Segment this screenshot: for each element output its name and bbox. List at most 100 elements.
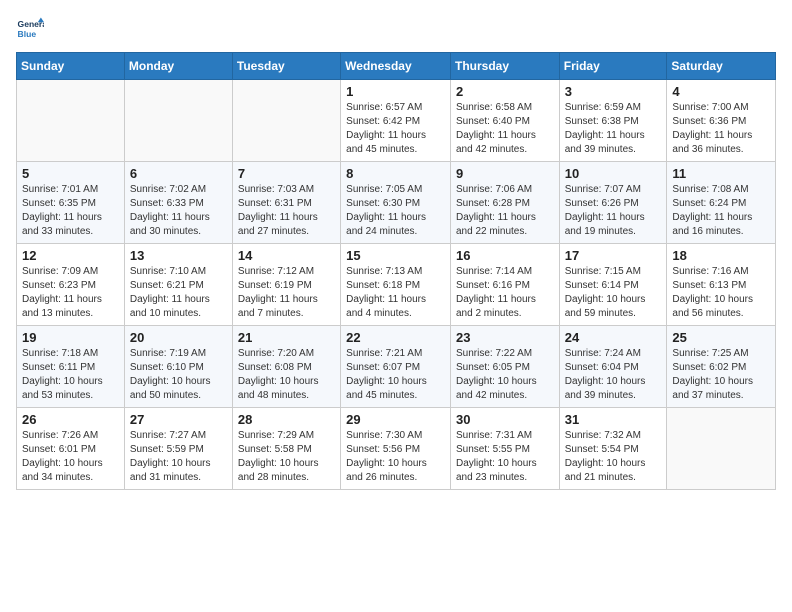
day-info: Sunrise: 7:03 AM Sunset: 6:31 PM Dayligh… xyxy=(238,183,335,239)
day-info: Sunrise: 7:09 AM Sunset: 6:23 PM Dayligh… xyxy=(22,265,119,321)
calendar-week-row: 12 Sunrise: 7:09 AM Sunset: 6:23 PM Dayli… xyxy=(17,244,776,326)
day-info: Sunrise: 7:25 AM Sunset: 6:02 PM Dayligh… xyxy=(672,347,770,403)
day-number: 3 xyxy=(565,84,662,99)
calendar-cell xyxy=(667,408,776,490)
day-number: 16 xyxy=(456,248,554,263)
calendar-cell: 23 Sunrise: 7:22 AM Sunset: 6:05 PM Dayli… xyxy=(450,326,559,408)
calendar-cell: 29 Sunrise: 7:30 AM Sunset: 5:56 PM Dayli… xyxy=(341,408,451,490)
day-number: 12 xyxy=(22,248,119,263)
day-info: Sunrise: 7:19 AM Sunset: 6:10 PM Dayligh… xyxy=(130,347,227,403)
weekday-header: Thursday xyxy=(450,53,559,80)
calendar-cell: 25Sunrise: 7:25 AM Sunset: 6:02 PM Dayli… xyxy=(667,326,776,408)
day-info: Sunrise: 7:31 AM Sunset: 5:55 PM Dayligh… xyxy=(456,429,554,485)
day-number: 28 xyxy=(238,412,335,427)
calendar-cell: 7 Sunrise: 7:03 AM Sunset: 6:31 PM Daylig… xyxy=(232,162,340,244)
day-number: 5 xyxy=(22,166,119,181)
calendar-cell: 9 Sunrise: 7:06 AM Sunset: 6:28 PM Daylig… xyxy=(450,162,559,244)
day-number: 8 xyxy=(346,166,445,181)
calendar-cell xyxy=(232,80,340,162)
day-number: 21 xyxy=(238,330,335,345)
day-number: 10 xyxy=(565,166,662,181)
day-info: Sunrise: 7:14 AM Sunset: 6:16 PM Dayligh… xyxy=(456,265,554,321)
day-number: 17 xyxy=(565,248,662,263)
weekday-header: Monday xyxy=(124,53,232,80)
day-info: Sunrise: 7:26 AM Sunset: 6:01 PM Dayligh… xyxy=(22,429,119,485)
day-number: 29 xyxy=(346,412,445,427)
calendar-cell: 31 Sunrise: 7:32 AM Sunset: 5:54 PM Dayli… xyxy=(559,408,667,490)
day-info: Sunrise: 7:18 AM Sunset: 6:11 PM Dayligh… xyxy=(22,347,119,403)
calendar-cell: 2 Sunrise: 6:58 AM Sunset: 6:40 PM Daylig… xyxy=(450,80,559,162)
logo-icon: General Blue xyxy=(16,16,44,44)
day-info: Sunrise: 7:10 AM Sunset: 6:21 PM Dayligh… xyxy=(130,265,227,321)
calendar-cell: 21Sunrise: 7:20 AM Sunset: 6:08 PM Dayli… xyxy=(232,326,340,408)
weekday-header: Saturday xyxy=(667,53,776,80)
calendar-week-row: 5 Sunrise: 7:01 AM Sunset: 6:35 PM Daylig… xyxy=(17,162,776,244)
day-info: Sunrise: 7:29 AM Sunset: 5:58 PM Dayligh… xyxy=(238,429,335,485)
calendar-cell: 14 Sunrise: 7:12 AM Sunset: 6:19 PM Dayli… xyxy=(232,244,340,326)
day-number: 14 xyxy=(238,248,335,263)
calendar-week-row: 1Sunrise: 6:57 AM Sunset: 6:42 PM Daylig… xyxy=(17,80,776,162)
calendar-table: SundayMondayTuesdayWednesdayThursdayFrid… xyxy=(16,52,776,490)
calendar-cell xyxy=(124,80,232,162)
calendar-cell xyxy=(17,80,125,162)
calendar-cell: 18 Sunrise: 7:16 AM Sunset: 6:13 PM Dayli… xyxy=(667,244,776,326)
day-info: Sunrise: 7:24 AM Sunset: 6:04 PM Dayligh… xyxy=(565,347,662,403)
day-info: Sunrise: 7:07 AM Sunset: 6:26 PM Dayligh… xyxy=(565,183,662,239)
weekday-header-row: SundayMondayTuesdayWednesdayThursdayFrid… xyxy=(17,53,776,80)
day-number: 26 xyxy=(22,412,119,427)
calendar-cell: 20 Sunrise: 7:19 AM Sunset: 6:10 PM Dayli… xyxy=(124,326,232,408)
day-info: Sunrise: 7:32 AM Sunset: 5:54 PM Dayligh… xyxy=(565,429,662,485)
weekday-header: Friday xyxy=(559,53,667,80)
day-info: Sunrise: 7:15 AM Sunset: 6:14 PM Dayligh… xyxy=(565,265,662,321)
day-number: 20 xyxy=(130,330,227,345)
day-number: 13 xyxy=(130,248,227,263)
day-number: 6 xyxy=(130,166,227,181)
calendar-cell: 27 Sunrise: 7:27 AM Sunset: 5:59 PM Dayli… xyxy=(124,408,232,490)
day-number: 27 xyxy=(130,412,227,427)
day-info: Sunrise: 7:21 AM Sunset: 6:07 PM Dayligh… xyxy=(346,347,445,403)
weekday-header: Wednesday xyxy=(341,53,451,80)
weekday-header: Tuesday xyxy=(232,53,340,80)
calendar-week-row: 19 Sunrise: 7:18 AM Sunset: 6:11 PM Dayli… xyxy=(17,326,776,408)
day-info: Sunrise: 7:02 AM Sunset: 6:33 PM Dayligh… xyxy=(130,183,227,239)
day-info: Sunrise: 7:05 AM Sunset: 6:30 PM Dayligh… xyxy=(346,183,445,239)
svg-text:Blue: Blue xyxy=(18,29,37,39)
day-info: Sunrise: 7:22 AM Sunset: 6:05 PM Dayligh… xyxy=(456,347,554,403)
calendar-cell: 17 Sunrise: 7:15 AM Sunset: 6:14 PM Dayli… xyxy=(559,244,667,326)
calendar-cell: 13 Sunrise: 7:10 AM Sunset: 6:21 PM Dayli… xyxy=(124,244,232,326)
day-info: Sunrise: 7:01 AM Sunset: 6:35 PM Dayligh… xyxy=(22,183,119,239)
day-number: 23 xyxy=(456,330,554,345)
day-info: Sunrise: 7:08 AM Sunset: 6:24 PM Dayligh… xyxy=(672,183,770,239)
header-row: General Blue xyxy=(16,16,776,44)
logo: General Blue xyxy=(16,16,48,44)
day-info: Sunrise: 7:13 AM Sunset: 6:18 PM Dayligh… xyxy=(346,265,445,321)
day-info: Sunrise: 7:27 AM Sunset: 5:59 PM Dayligh… xyxy=(130,429,227,485)
day-info: Sunrise: 6:58 AM Sunset: 6:40 PM Dayligh… xyxy=(456,101,554,157)
day-info: Sunrise: 7:00 AM Sunset: 6:36 PM Dayligh… xyxy=(672,101,770,157)
calendar-cell: 10 Sunrise: 7:07 AM Sunset: 6:26 PM Dayli… xyxy=(559,162,667,244)
calendar-week-row: 26 Sunrise: 7:26 AM Sunset: 6:01 PM Dayli… xyxy=(17,408,776,490)
calendar-cell: 26 Sunrise: 7:26 AM Sunset: 6:01 PM Dayli… xyxy=(17,408,125,490)
calendar-cell: 28 Sunrise: 7:29 AM Sunset: 5:58 PM Dayli… xyxy=(232,408,340,490)
day-number: 2 xyxy=(456,84,554,99)
day-number: 19 xyxy=(22,330,119,345)
calendar-cell: 4Sunrise: 7:00 AM Sunset: 6:36 PM Daylig… xyxy=(667,80,776,162)
day-number: 9 xyxy=(456,166,554,181)
calendar-cell: 11Sunrise: 7:08 AM Sunset: 6:24 PM Dayli… xyxy=(667,162,776,244)
day-info: Sunrise: 7:16 AM Sunset: 6:13 PM Dayligh… xyxy=(672,265,770,321)
day-number: 18 xyxy=(672,248,770,263)
calendar-cell: 8 Sunrise: 7:05 AM Sunset: 6:30 PM Daylig… xyxy=(341,162,451,244)
day-info: Sunrise: 7:12 AM Sunset: 6:19 PM Dayligh… xyxy=(238,265,335,321)
day-number: 7 xyxy=(238,166,335,181)
calendar-cell: 15 Sunrise: 7:13 AM Sunset: 6:18 PM Dayli… xyxy=(341,244,451,326)
calendar-cell: 24 Sunrise: 7:24 AM Sunset: 6:04 PM Dayli… xyxy=(559,326,667,408)
calendar-cell: 12 Sunrise: 7:09 AM Sunset: 6:23 PM Dayli… xyxy=(17,244,125,326)
day-info: Sunrise: 7:06 AM Sunset: 6:28 PM Dayligh… xyxy=(456,183,554,239)
day-number: 24 xyxy=(565,330,662,345)
day-number: 15 xyxy=(346,248,445,263)
day-info: Sunrise: 6:59 AM Sunset: 6:38 PM Dayligh… xyxy=(565,101,662,157)
calendar-cell: 30Sunrise: 7:31 AM Sunset: 5:55 PM Dayli… xyxy=(450,408,559,490)
day-info: Sunrise: 7:30 AM Sunset: 5:56 PM Dayligh… xyxy=(346,429,445,485)
day-info: Sunrise: 6:57 AM Sunset: 6:42 PM Dayligh… xyxy=(346,101,445,157)
day-number: 31 xyxy=(565,412,662,427)
